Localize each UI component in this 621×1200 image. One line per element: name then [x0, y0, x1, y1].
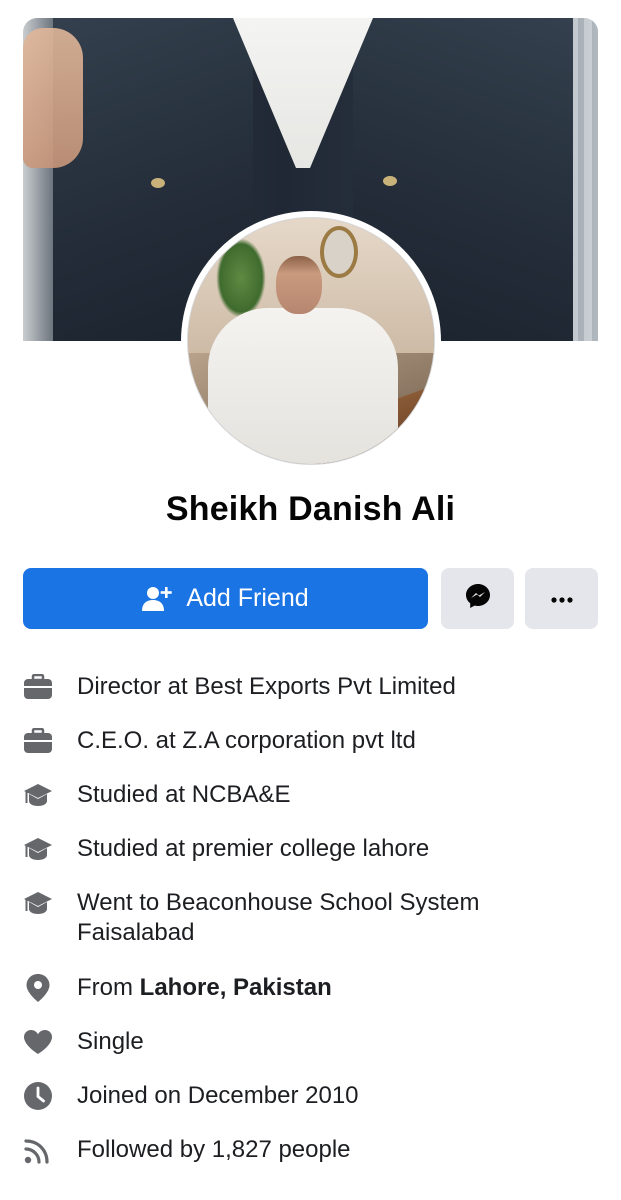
messenger-icon: [465, 583, 491, 614]
detail-text: Single: [77, 1028, 144, 1055]
detail-text: C.E.O. at Z.A corporation pvt ltd: [77, 727, 416, 754]
detail-text: Studied at NCBA&E: [77, 781, 291, 808]
detail-row-education: Studied at NCBA&E: [23, 768, 598, 822]
profile-actions: Add Friend: [23, 568, 598, 629]
heart-icon: [23, 1027, 53, 1057]
detail-text: Joined on December 2010: [77, 1082, 359, 1109]
profile-details-list: Director at Best Exports Pvt Limited C.E…: [23, 660, 598, 1177]
graduation-cap-icon: [23, 780, 53, 810]
detail-row-work: C.E.O. at Z.A corporation pvt ltd: [23, 714, 598, 768]
briefcase-icon: [23, 672, 53, 702]
detail-row-followers[interactable]: Followed by 1,827 people: [23, 1123, 598, 1177]
detail-text: Director at Best Exports Pvt Limited: [77, 673, 456, 700]
hometown-prefix: From: [77, 974, 140, 1001]
more-options-button[interactable]: [525, 568, 598, 629]
cover-suit-button: [151, 178, 165, 188]
detail-row-work: Director at Best Exports Pvt Limited: [23, 660, 598, 714]
more-dots-icon: [550, 590, 573, 608]
add-friend-label: Add Friend: [186, 584, 309, 612]
detail-text: Went to Beaconhouse School System Faisal…: [77, 889, 480, 946]
add-friend-icon: [142, 585, 173, 613]
message-button[interactable]: [441, 568, 514, 629]
detail-row-hometown: From Lahore, Pakistan: [23, 961, 598, 1015]
add-friend-button[interactable]: Add Friend: [23, 568, 428, 629]
location-pin-icon: [23, 973, 53, 1003]
hometown-link[interactable]: Lahore, Pakistan: [140, 974, 332, 1001]
rss-feed-icon: [23, 1135, 53, 1165]
detail-row-education: Studied at premier college lahore: [23, 822, 598, 876]
detail-text: From Lahore, Pakistan: [77, 961, 547, 1003]
briefcase-icon: [23, 726, 53, 756]
cover-shirt: [233, 18, 373, 168]
profile-picture[interactable]: [181, 211, 441, 471]
graduation-cap-icon: [23, 888, 53, 918]
detail-row-joined: Joined on December 2010: [23, 1069, 598, 1123]
graduation-cap-icon: [23, 834, 53, 864]
detail-row-relationship: Single: [23, 1015, 598, 1069]
profile-picture-image: [187, 217, 435, 465]
clock-icon: [23, 1081, 53, 1111]
detail-text: Followed by 1,827 people: [77, 1136, 351, 1163]
detail-text: Studied at premier college lahore: [77, 835, 430, 862]
detail-row-education: Went to Beaconhouse School System Faisal…: [23, 876, 598, 961]
cover-suit-button: [383, 176, 397, 186]
profile-name: Sheikh Danish Ali: [165, 490, 456, 528]
cover-hand: [23, 28, 83, 168]
